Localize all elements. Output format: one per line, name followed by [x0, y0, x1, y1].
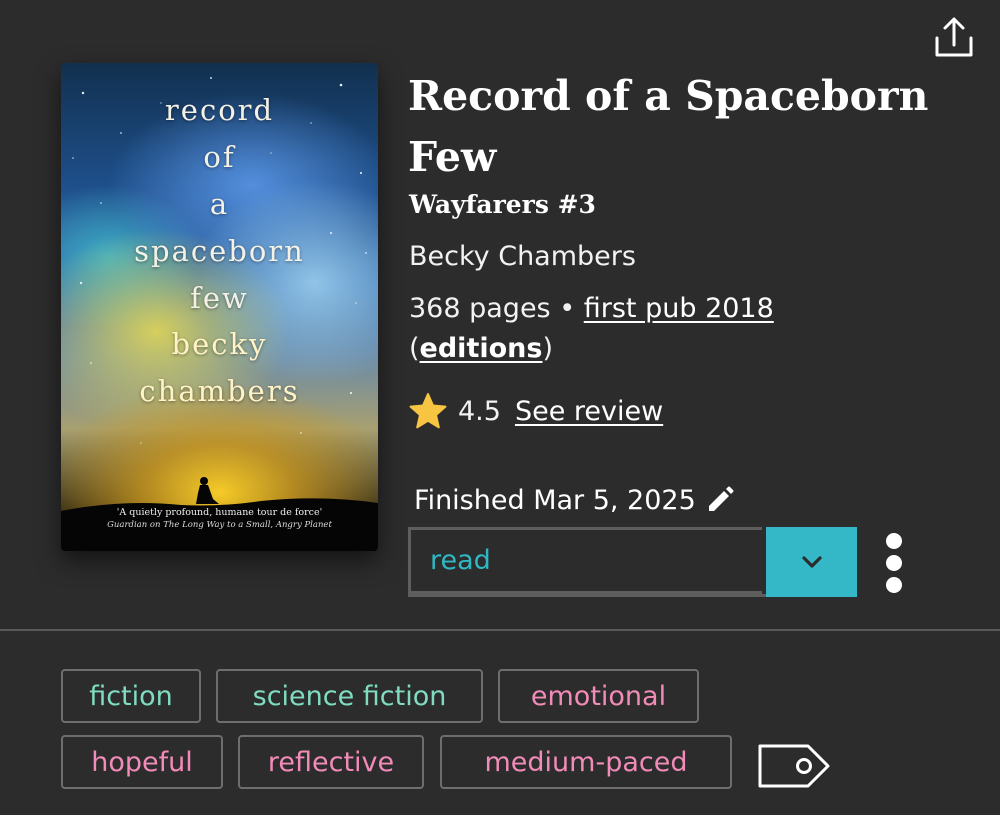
tag-hopeful[interactable]: hopeful: [61, 735, 223, 789]
series-link[interactable]: Wayfarers #3: [409, 186, 596, 224]
cover-author-line: becky: [171, 327, 268, 361]
cover-title-line: a: [209, 187, 230, 221]
more-vertical-icon: [886, 533, 902, 593]
cover-credit: Guardian on The Long Way to a Small, Ang…: [107, 520, 332, 530]
cover-author-line: chambers: [139, 374, 300, 408]
tag-medium-paced[interactable]: medium-paced: [440, 735, 732, 789]
rating-value: 4.5: [458, 395, 501, 427]
reading-status-value: read: [430, 545, 491, 576]
edit-tags-button[interactable]: [756, 742, 832, 790]
editions-link[interactable]: editions: [420, 333, 543, 364]
reading-status-select[interactable]: read: [408, 527, 762, 594]
see-review-link[interactable]: See review: [515, 396, 663, 427]
cover-title-line: spaceborn: [134, 234, 305, 268]
cover-title: record of a spaceborn few: [61, 87, 378, 322]
editions-row: (editions): [409, 329, 553, 369]
cover-title-line: record: [164, 93, 275, 127]
editions-close-paren: ): [542, 333, 553, 364]
share-button[interactable]: [930, 14, 978, 62]
tag-icon: [758, 744, 830, 788]
tag-fiction[interactable]: fiction: [61, 669, 201, 723]
tag-science-fiction[interactable]: science fiction: [216, 669, 483, 723]
tag-reflective[interactable]: reflective: [238, 735, 424, 789]
section-divider: [0, 629, 1000, 631]
finished-date: Finished Mar 5, 2025: [414, 484, 696, 516]
more-options-button[interactable]: [876, 530, 912, 596]
editions-open-paren: (: [409, 333, 420, 364]
page-count: 368 pages: [409, 293, 551, 324]
book-meta: 368 pages • first pub 2018: [409, 289, 774, 329]
cover-author: becky chambers: [61, 321, 378, 415]
meta-separator: •: [559, 293, 576, 324]
star-icon: [409, 393, 447, 429]
pencil-icon[interactable]: [704, 484, 736, 516]
cover-title-line: of: [203, 140, 236, 174]
cover-title-line: few: [190, 281, 249, 315]
status-dropdown-button[interactable]: [766, 527, 857, 597]
book-cover[interactable]: record of a spaceborn few becky chambers…: [61, 63, 378, 551]
cover-quote: 'A quietly profound, humane tour de forc…: [116, 507, 323, 518]
author-link[interactable]: Becky Chambers: [409, 238, 636, 276]
first-pub-link[interactable]: first pub 2018: [584, 293, 774, 324]
status-select-underline: [408, 594, 766, 597]
tag-emotional[interactable]: emotional: [498, 669, 699, 723]
finished-row: Finished Mar 5, 2025: [414, 480, 736, 520]
book-title: Record of a Spaceborn Few: [408, 72, 929, 181]
rating-row: 4.5 See review: [408, 390, 663, 432]
share-icon: [935, 17, 973, 57]
chevron-down-icon: [801, 556, 822, 568]
